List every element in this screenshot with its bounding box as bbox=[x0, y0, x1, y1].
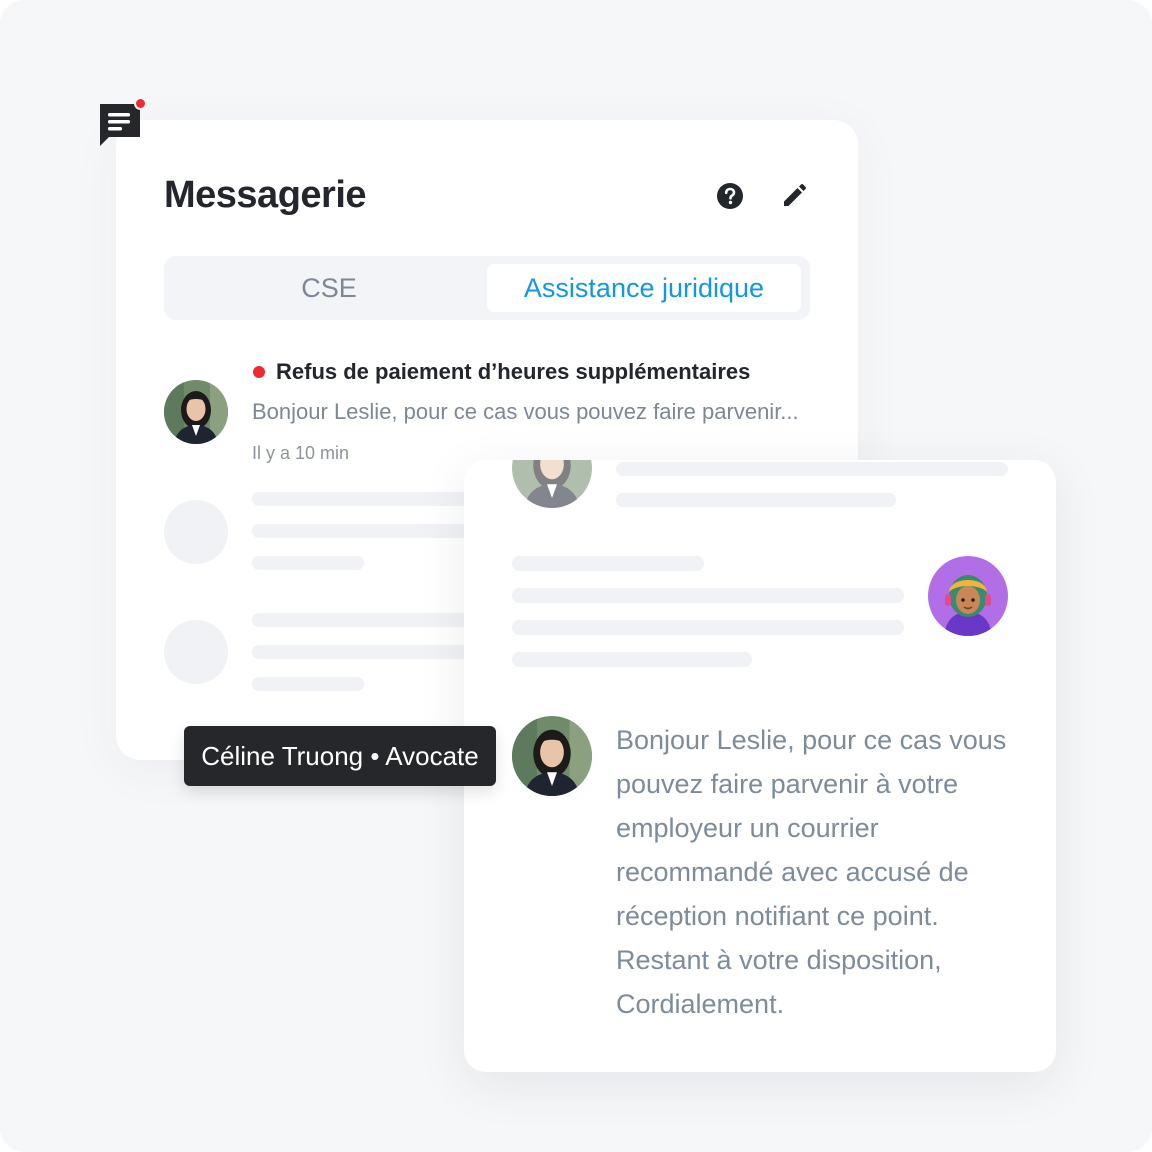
message-line: employeur un courrier bbox=[616, 813, 879, 843]
placeholder-line bbox=[512, 556, 704, 571]
message-line: pouvez faire parvenir à votre bbox=[616, 769, 959, 799]
lawyer-photo-avatar bbox=[512, 716, 592, 796]
tab-cse[interactable]: CSE bbox=[172, 264, 486, 312]
conversation-title[interactable]: Refus de paiement d’heures supplémentair… bbox=[276, 359, 750, 385]
message-line: recommandé avec accusé de bbox=[616, 857, 969, 887]
message-line: Cordialement. bbox=[616, 989, 785, 1019]
pencil-icon bbox=[784, 184, 806, 206]
help-circle-icon bbox=[717, 183, 743, 209]
placeholder-avatar bbox=[164, 500, 228, 564]
conversation-avatar[interactable] bbox=[164, 380, 228, 444]
placeholder-line bbox=[252, 556, 364, 570]
message-line: réception notifiant ce point. bbox=[616, 901, 939, 931]
placeholder-line bbox=[616, 493, 896, 507]
placeholder-line bbox=[512, 652, 752, 667]
user-3d-avatar bbox=[928, 556, 1008, 636]
conversation-timestamp: Il y a 10 min bbox=[252, 443, 350, 463]
page-title: Messagerie bbox=[164, 174, 367, 216]
message-line: Bonjour Leslie, pour ce cas vous bbox=[616, 725, 1007, 755]
edit-button[interactable] bbox=[776, 178, 812, 214]
lawyer-photo-avatar bbox=[512, 460, 592, 508]
chat-thread-panel: Bonjour Leslie, pour ce cas vous pouvez … bbox=[464, 460, 1056, 1072]
conversation-preview: Bonjour Leslie, pour ce cas vous pouvez … bbox=[252, 399, 799, 424]
placeholder-avatar bbox=[164, 620, 228, 684]
tab-assistance-juridique[interactable]: Assistance juridique bbox=[487, 264, 801, 312]
lawyer-avatar bbox=[512, 460, 592, 508]
placeholder-line bbox=[616, 462, 1008, 476]
help-button[interactable] bbox=[712, 178, 748, 214]
author-tooltip: Céline Truong • Avocate bbox=[184, 726, 496, 786]
tab-bar: CSE Assistance juridique bbox=[164, 256, 810, 320]
user-avatar bbox=[928, 556, 1008, 636]
placeholder-line bbox=[512, 620, 904, 635]
message-body: Bonjour Leslie, pour ce cas vous pouvez … bbox=[616, 718, 1016, 1026]
lawyer-avatar[interactable] bbox=[512, 716, 592, 796]
placeholder-line bbox=[252, 677, 364, 691]
placeholder-line bbox=[512, 588, 904, 603]
canvas-background: Messagerie CSE Assistance juridique Refu… bbox=[0, 0, 1152, 1152]
lawyer-photo-avatar bbox=[164, 380, 228, 444]
notification-dot bbox=[134, 97, 147, 110]
unread-indicator bbox=[253, 366, 265, 378]
message-line: Restant à votre disposition, bbox=[616, 945, 942, 975]
